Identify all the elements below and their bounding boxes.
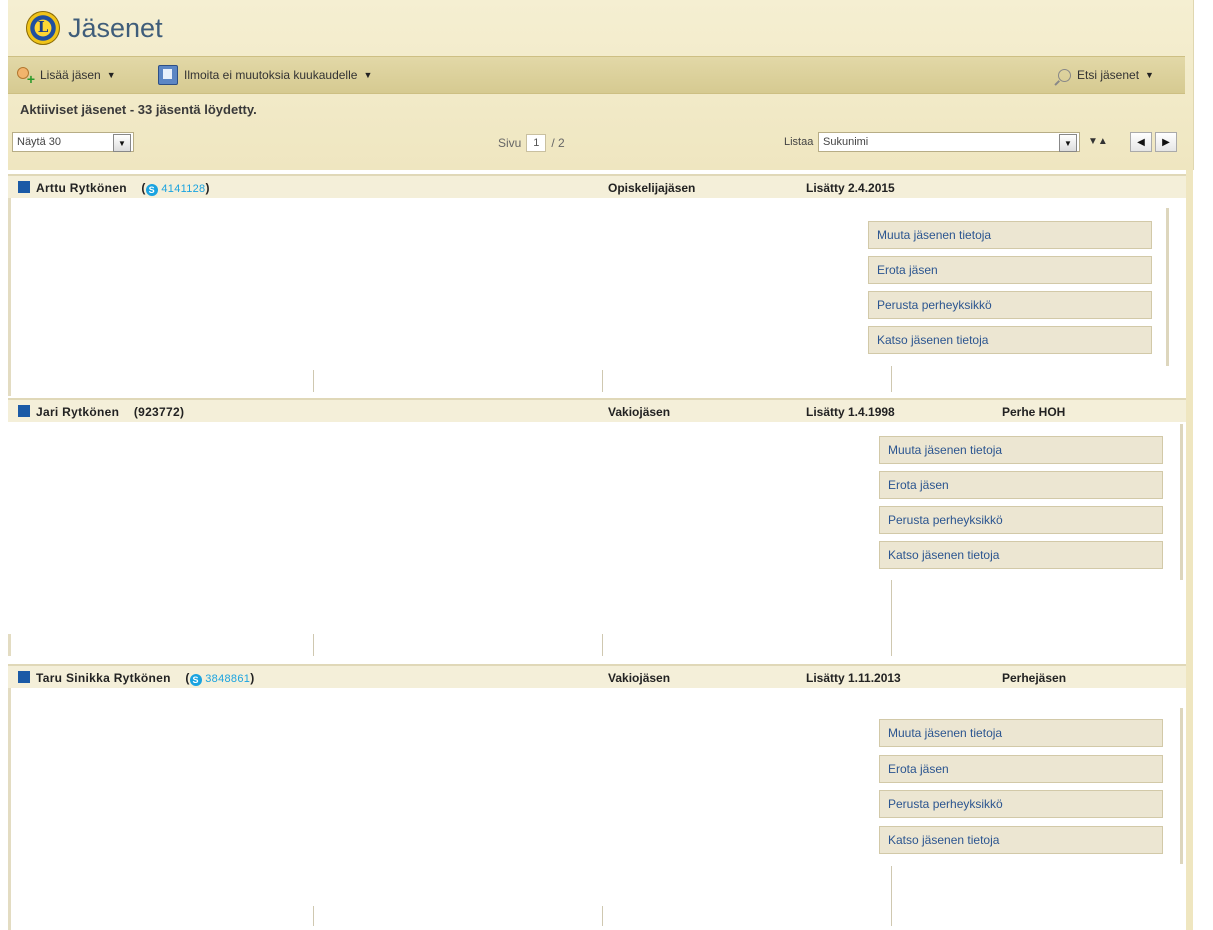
sort-value: Sukunimi — [823, 136, 869, 148]
list-controls: Näytä 30 ▼ Sivu 1 / 2 Listaa Sukunimi ▼ … — [8, 130, 1185, 156]
edit-member-button[interactable]: Muuta jäsenen tietoja — [879, 719, 1163, 747]
dropdown-arrow-icon[interactable]: ▼ — [1059, 134, 1077, 152]
edit-member-button[interactable]: Muuta jäsenen tietoja — [868, 221, 1152, 249]
view-member-button[interactable]: Katso jäsenen tietoja — [879, 826, 1163, 854]
dropdown-arrow-icon[interactable]: ▼ — [113, 134, 131, 152]
member-added-date: Lisätty 2.4.2015 — [806, 181, 895, 195]
member-role: Perhe HOH — [1002, 405, 1066, 419]
skype-icon: S — [145, 184, 158, 196]
search-members-label: Etsi jäsenet — [1077, 68, 1140, 82]
member-row-header: Arttu Rytkönen (S 4141128) Opiskelijajäs… — [8, 174, 1186, 198]
member-added-date: Lisätty 1.4.1998 — [806, 405, 895, 419]
toolbar: Lisää jäsen ▼ Ilmoita ei muutoksia kuuka… — [8, 56, 1185, 94]
remove-member-button[interactable]: Erota jäsen — [879, 755, 1163, 783]
row-scrollbar[interactable] — [1166, 208, 1169, 366]
member-square-icon — [18, 405, 30, 417]
row-left-border — [8, 688, 11, 930]
column-divider — [313, 370, 314, 392]
skype-icon: S — [189, 674, 202, 686]
member-id-link[interactable]: 4141128 — [161, 183, 205, 195]
search-members-button[interactable]: Etsi jäsenet ▼ — [1058, 63, 1154, 87]
member-row-header: Jari Rytkönen (923772) Vakiojäsen Lisätt… — [8, 398, 1186, 422]
column-divider — [602, 906, 603, 926]
column-divider — [891, 580, 892, 656]
row-scrollbar[interactable] — [1180, 708, 1183, 864]
create-family-unit-button[interactable]: Perusta perheyksikkö — [879, 790, 1163, 818]
page-label: Sivu — [498, 136, 522, 150]
chevron-down-icon: ▼ — [1145, 70, 1154, 80]
row-left-border — [8, 198, 11, 396]
add-user-icon — [16, 66, 35, 87]
member-count-status: Aktiiviset jäsenet - 33 jäsentä löydetty… — [20, 102, 257, 117]
view-member-button[interactable]: Katso jäsenen tietoja — [868, 326, 1152, 354]
page-size-value: Näytä 30 — [17, 136, 62, 148]
column-divider — [313, 906, 314, 926]
column-divider — [602, 634, 603, 656]
page-size-select[interactable]: Näytä 30 ▼ — [12, 132, 134, 152]
add-member-label: Lisää jäsen — [40, 68, 101, 82]
row-scrollbar[interactable] — [1180, 424, 1183, 580]
member-id-link[interactable]: 3848861 — [205, 673, 250, 685]
member-square-icon — [18, 671, 30, 683]
report-no-changes-button[interactable]: Ilmoita ei muutoksia kuukaudelle ▼ — [158, 63, 372, 87]
create-family-unit-button[interactable]: Perusta perheyksikkö — [868, 291, 1152, 319]
member-role: Perhejäsen — [1002, 671, 1067, 685]
next-page-button[interactable]: ▶ — [1155, 132, 1177, 152]
sort-select[interactable]: Sukunimi ▼ — [818, 132, 1080, 152]
member-type: Opiskelijajäsen — [608, 181, 696, 195]
previous-page-button[interactable]: ◀ — [1130, 132, 1152, 152]
remove-member-button[interactable]: Erota jäsen — [868, 256, 1152, 284]
lions-club-logo-icon — [26, 11, 60, 45]
sort-label: Listaa — [784, 136, 814, 148]
member-name: Taru Sinikka Rytkönen (S 3848861) — [36, 671, 255, 686]
chevron-down-icon: ▼ — [106, 70, 116, 80]
pager: Sivu 1 / 2 — [498, 134, 565, 152]
page-title: Jäsenet — [68, 12, 163, 43]
report-icon — [158, 65, 178, 85]
header-panel: Jäsenet Lisää jäsen ▼ Ilmoita ei muutoks… — [8, 0, 1194, 170]
list-frame-right — [1186, 166, 1193, 930]
edit-member-button[interactable]: Muuta jäsenen tietoja — [879, 436, 1163, 464]
member-square-icon — [18, 181, 30, 193]
member-type: Vakiojäsen — [608, 671, 671, 685]
column-divider — [891, 366, 892, 392]
column-divider — [602, 370, 603, 392]
column-divider — [891, 866, 892, 926]
title-row: Jäsenet — [16, 8, 1193, 48]
view-member-button[interactable]: Katso jäsenen tietoja — [879, 541, 1163, 569]
search-icon — [1058, 68, 1071, 82]
member-name: Jari Rytkönen (923772) — [36, 405, 185, 419]
report-no-changes-label: Ilmoita ei muutoksia kuukaudelle — [184, 68, 358, 82]
member-type: Vakiojäsen — [608, 405, 671, 419]
row-left-border — [8, 634, 11, 656]
member-added-date: Lisätty 1.11.2013 — [806, 671, 901, 685]
create-family-unit-button[interactable]: Perusta perheyksikkö — [879, 506, 1163, 534]
member-row-header: Taru Sinikka Rytkönen (S 3848861) Vakioj… — [8, 664, 1186, 688]
page-number-input[interactable]: 1 — [526, 134, 547, 152]
page-total: / 2 — [551, 136, 565, 150]
member-name: Arttu Rytkönen (S 4141128) — [36, 181, 210, 196]
chevron-down-icon: ▼ — [363, 70, 373, 80]
column-divider — [313, 634, 314, 656]
remove-member-button[interactable]: Erota jäsen — [879, 471, 1163, 499]
sort-order-icon[interactable]: ▼▲ — [1088, 136, 1108, 147]
add-member-button[interactable]: Lisää jäsen ▼ — [16, 63, 116, 87]
member-id: (923772) — [133, 405, 185, 419]
